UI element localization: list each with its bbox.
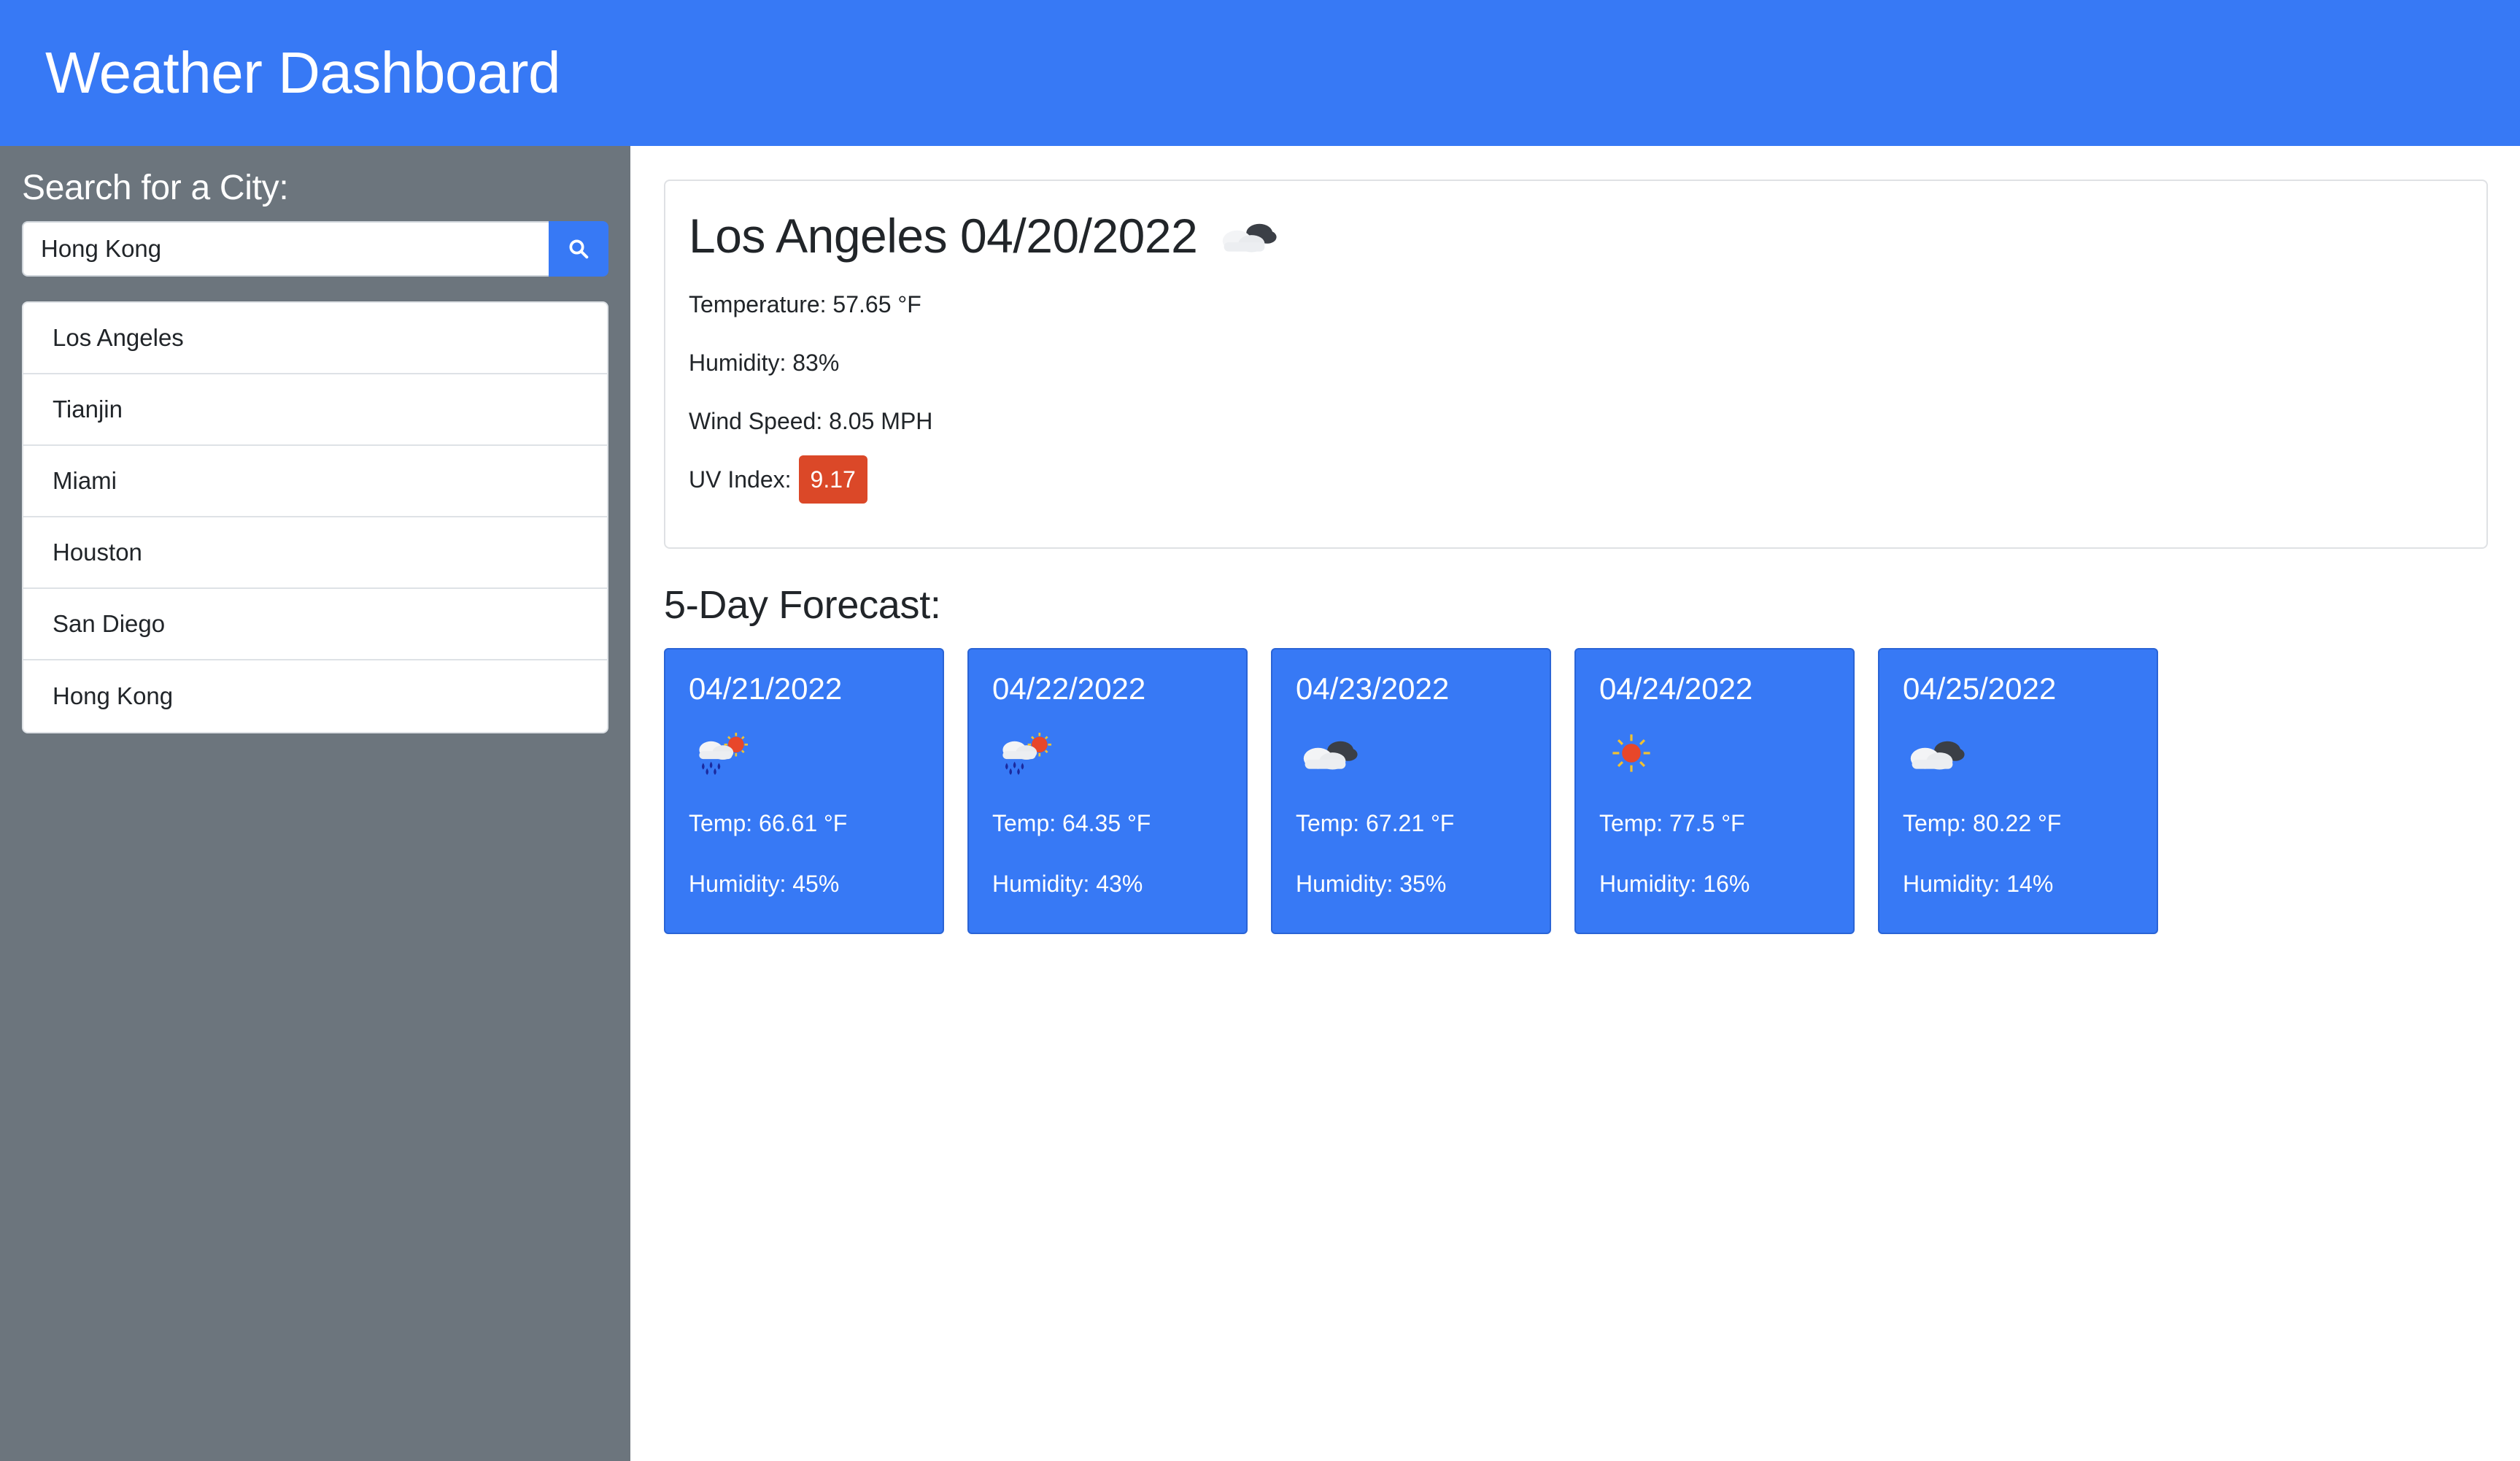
search-button[interactable] xyxy=(549,221,608,277)
forecast-card: 04/24/2022 Temp: 77.5 °F Humidity: 16% xyxy=(1574,648,1855,934)
forecast-humidity: Humidity: 43% xyxy=(992,871,1143,897)
search-bar xyxy=(22,221,608,277)
forecast-card: 04/25/2022 Temp: 80.22 °F Humidity: 14% xyxy=(1878,648,2158,934)
search-history-list: Los Angeles Tianjin Miami Houston San Di… xyxy=(22,301,608,733)
forecast-date: 04/21/2022 xyxy=(689,671,843,706)
forecast-date: 04/25/2022 xyxy=(1903,671,2057,706)
history-item-tianjin[interactable]: Tianjin xyxy=(23,374,607,446)
uv-badge: 9.17 xyxy=(798,455,867,504)
search-icon xyxy=(569,239,589,259)
history-item-miami[interactable]: Miami xyxy=(23,446,607,517)
sun-icon xyxy=(1608,730,1655,776)
cloudy-icon xyxy=(1296,733,1361,774)
forecast-humidity: Humidity: 14% xyxy=(1903,871,2054,897)
forecast-humidity: Humidity: 35% xyxy=(1296,871,1447,897)
history-item-san-diego[interactable]: San Diego xyxy=(23,589,607,660)
forecast-temp: Temp: 80.22 °F xyxy=(1903,810,2062,836)
current-temperature: Temperature: 57.65 °F xyxy=(689,290,921,317)
forecast-temp: Temp: 67.21 °F xyxy=(1296,810,1455,836)
forecast-date: 04/22/2022 xyxy=(992,671,1146,706)
forecast-humidity: Humidity: 16% xyxy=(1599,871,1750,897)
forecast-date: 04/24/2022 xyxy=(1599,671,1753,706)
history-item-houston[interactable]: Houston xyxy=(23,517,607,589)
current-uv-index: UV Index: 9.17 xyxy=(689,455,2463,504)
forecast-row: 04/21/2022 Temp: 66.61 °F Humidity: 45% … xyxy=(664,648,2486,934)
cloudy-icon xyxy=(1903,733,1968,774)
rain-sun-icon xyxy=(992,730,1058,776)
current-city-date: Los Angeles 04/20/2022 xyxy=(689,209,1198,263)
search-input[interactable] xyxy=(22,221,549,277)
sidebar: Search for a City: Los Angeles Tianjin M… xyxy=(0,146,630,1461)
forecast-temp: Temp: 66.61 °F xyxy=(689,810,848,836)
current-humidity: Humidity: 83% xyxy=(689,349,840,376)
uv-label: UV Index: xyxy=(689,466,792,493)
main-content: Los Angeles 04/20/2022 Temperature: 57.6… xyxy=(630,146,2520,1461)
forecast-card: 04/23/2022 Temp: 67.21 °F Humidity: 35% xyxy=(1271,648,1551,934)
forecast-card: 04/22/2022 Temp: 64.35 °F Humidity: 43% xyxy=(967,648,1248,934)
rain-sun-icon xyxy=(689,730,754,776)
app-header: Weather Dashboard xyxy=(0,0,2520,146)
forecast-heading: 5-Day Forecast: xyxy=(664,583,941,627)
history-item-los-angeles[interactable]: Los Angeles xyxy=(23,303,607,374)
app-title: Weather Dashboard xyxy=(45,40,561,105)
forecast-card: 04/21/2022 Temp: 66.61 °F Humidity: 45% xyxy=(664,648,944,934)
history-item-hong-kong[interactable]: Hong Kong xyxy=(23,660,607,732)
search-heading: Search for a City: xyxy=(22,169,289,207)
current-weather-title: Los Angeles 04/20/2022 xyxy=(689,209,2463,263)
current-wind-speed: Wind Speed: 8.05 MPH xyxy=(689,407,933,434)
current-weather-card: Los Angeles 04/20/2022 Temperature: 57.6… xyxy=(664,180,2488,549)
cloudy-icon xyxy=(1215,215,1280,256)
forecast-date: 04/23/2022 xyxy=(1296,671,1450,706)
forecast-humidity: Humidity: 45% xyxy=(689,871,840,897)
forecast-temp: Temp: 64.35 °F xyxy=(992,810,1151,836)
forecast-temp: Temp: 77.5 °F xyxy=(1599,810,1745,836)
